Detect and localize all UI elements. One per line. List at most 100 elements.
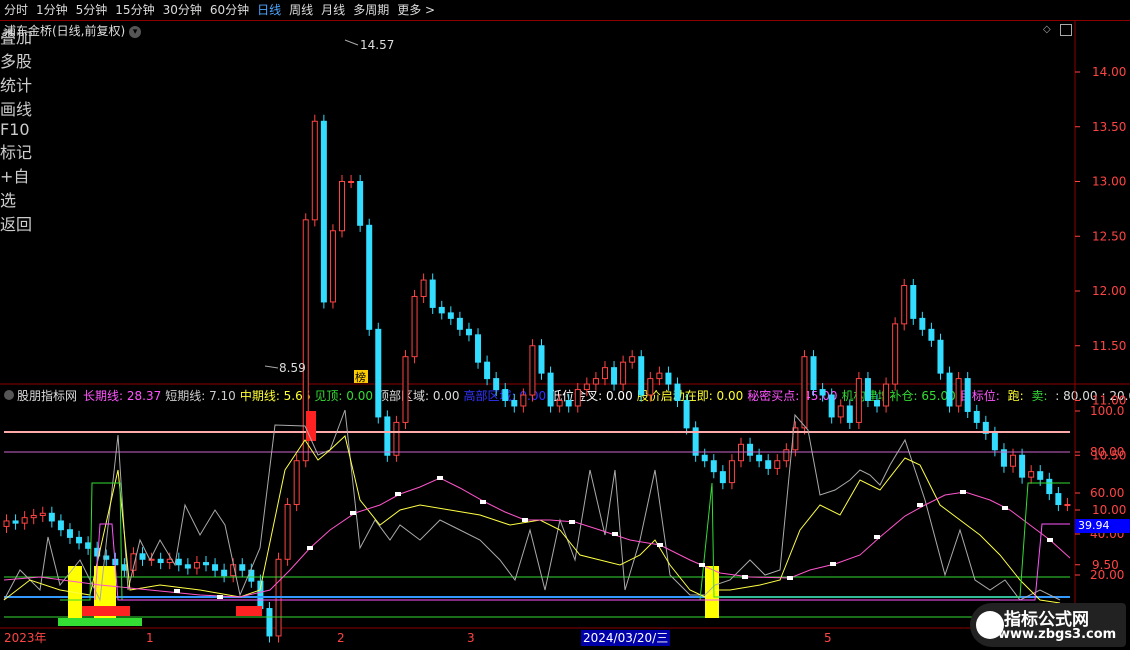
candle-body: [565, 400, 572, 407]
candle-body: [1010, 454, 1017, 467]
candle-body: [611, 367, 618, 385]
current-value-label: 39.94: [1075, 519, 1130, 533]
watermark: 指标公式网 www.zbgs3.com: [970, 603, 1126, 647]
long-line-marker: [1002, 506, 1008, 510]
candle-body: [293, 460, 300, 506]
selected-date: 2024/03/20/三: [581, 630, 671, 646]
price-tick-label: 14.00: [1092, 65, 1126, 79]
date-label-1: 1: [146, 631, 154, 645]
candle-body: [656, 372, 663, 380]
candle-body: [66, 529, 73, 538]
candle-body: [39, 512, 46, 516]
candle-body: [139, 553, 146, 560]
long-line-marker: [174, 589, 180, 593]
candle-body: [837, 405, 844, 418]
candle-body: [57, 520, 64, 531]
candle-body: [157, 558, 164, 564]
candle-body: [991, 432, 998, 451]
candle-body: [910, 285, 917, 319]
candle-body: [819, 389, 826, 396]
long-line-marker: [522, 518, 528, 522]
date-label-2: 2: [337, 631, 345, 645]
candle-body: [357, 181, 364, 226]
candle-body: [393, 421, 400, 456]
low-label: 8.59: [279, 361, 306, 375]
price-tick-label: 13.50: [1092, 120, 1126, 134]
candle-body: [284, 504, 291, 560]
candle-body: [465, 328, 472, 336]
candle-body: [1055, 493, 1062, 506]
candle-body: [493, 378, 500, 391]
candle-body: [883, 383, 890, 407]
candle-body: [629, 356, 636, 363]
candle-body: [184, 564, 191, 569]
candle-body: [719, 471, 726, 484]
candle-body: [320, 120, 327, 303]
candle-body: [420, 279, 427, 297]
candle-body: [257, 580, 264, 610]
candle-body: [1028, 471, 1035, 478]
candle-body: [756, 454, 763, 462]
candle-body: [175, 558, 182, 566]
candle-body: [12, 520, 19, 524]
candle-body: [193, 562, 200, 569]
candle-body: [339, 181, 346, 232]
candle-body: [202, 562, 209, 566]
candle-body: [30, 514, 37, 519]
candle-body: [85, 542, 92, 549]
candle-body: [919, 317, 926, 330]
candle-body: [48, 512, 55, 522]
candle-body: [1046, 478, 1053, 495]
long-line-marker: [569, 520, 575, 524]
long-line-marker: [480, 500, 486, 504]
candle-body: [665, 372, 672, 385]
candle-body: [574, 389, 581, 407]
candle-body: [765, 460, 772, 469]
candle-body: [937, 339, 944, 374]
ind-tick-label: 60.00: [1090, 486, 1124, 500]
candle-body: [728, 460, 735, 484]
candle-body: [1019, 454, 1026, 478]
ind-tick-label: 20.00: [1090, 568, 1124, 582]
stock-chart[interactable]: 14.0013.5013.0012.5012.0011.5011.0010.50…: [0, 0, 1130, 650]
long-line-marker: [395, 492, 401, 496]
long-line-marker: [742, 575, 748, 579]
high-label: 14.57: [360, 38, 394, 52]
candle-body: [846, 405, 853, 423]
candle-body: [3, 520, 10, 527]
price-tick-label: 10.00: [1092, 503, 1126, 517]
candle-body: [438, 306, 445, 314]
long-line-marker: [1047, 538, 1053, 542]
candle-body: [239, 564, 246, 571]
candle-body: [411, 295, 418, 358]
watermark-url: www.zbgs3.com: [998, 627, 1117, 642]
date-label-3: 3: [467, 631, 475, 645]
candle-body: [502, 389, 509, 401]
candle-body: [456, 317, 463, 330]
candle-body: [375, 328, 382, 418]
candle-body: [538, 345, 545, 374]
date-axis: 2023年 1 2 3 5 2024/03/20/三: [0, 630, 1075, 646]
candle-body: [76, 536, 83, 544]
candle-body: [520, 394, 527, 407]
candle-body: [511, 400, 518, 407]
candle-body: [828, 394, 835, 418]
long-line-marker: [657, 543, 663, 547]
candle-body: [212, 564, 219, 571]
candle-body: [737, 443, 744, 462]
candle-body: [311, 120, 318, 221]
long-line-marker: [307, 546, 313, 550]
ind-tick-label: 100.0: [1090, 404, 1124, 418]
long-line: [3, 477, 1071, 598]
candle-body: [329, 230, 336, 303]
red-bar: [306, 411, 316, 441]
high-marker-line: [344, 39, 359, 46]
date-label-5: 5: [824, 631, 832, 645]
long-line-marker: [437, 476, 443, 480]
candle-body: [701, 454, 708, 462]
candle-body: [547, 372, 554, 407]
candle-body: [647, 378, 654, 396]
ind-tick-label: 80.00: [1090, 445, 1124, 459]
short-line: [3, 409, 1061, 602]
candle-body: [810, 356, 817, 391]
